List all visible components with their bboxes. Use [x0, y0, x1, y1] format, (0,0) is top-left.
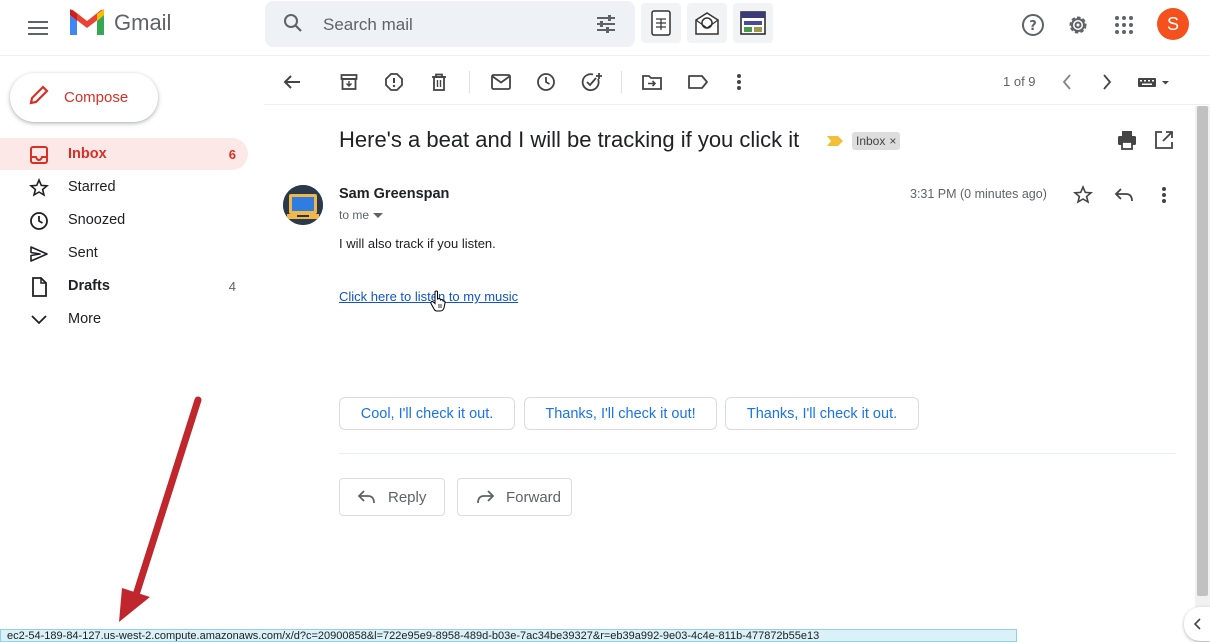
- hand-pointer-cursor-icon: [430, 290, 446, 317]
- music-tracking-link[interactable]: Click here to listen to my music: [339, 289, 518, 304]
- back-arrow-icon[interactable]: [280, 70, 304, 94]
- draft-count: 4: [228, 278, 236, 294]
- pencil-icon: [28, 84, 50, 111]
- settings-gear-icon[interactable]: [1065, 12, 1091, 38]
- top-bar: Gmail Search mail ? S: [0, 0, 1210, 56]
- sidebar-item-drafts[interactable]: Drafts 4: [0, 270, 248, 302]
- unread-count: 6: [228, 146, 236, 162]
- star-message-icon[interactable]: [1071, 183, 1095, 207]
- sidebar-item-label: More: [68, 311, 102, 327]
- sender-name[interactable]: Sam Greenspan: [339, 186, 449, 202]
- inbox-icon: [28, 144, 50, 166]
- forward-icon: [476, 490, 494, 504]
- inbox-label-chip[interactable]: Inbox ×: [852, 132, 901, 150]
- remove-label-close-icon[interactable]: ×: [889, 134, 896, 148]
- newer-chevron-left-icon[interactable]: [1055, 70, 1079, 94]
- add-task-icon[interactable]: [580, 70, 604, 94]
- svg-text:?: ?: [1029, 19, 1037, 34]
- sidebar-item-more[interactable]: More: [0, 303, 248, 335]
- smart-reply-1[interactable]: Cool, I'll check it out.: [339, 397, 515, 430]
- draft-icon: [28, 276, 50, 298]
- sidebar-item-label: Drafts: [68, 278, 110, 294]
- move-to-folder-icon[interactable]: [640, 70, 664, 94]
- mark-unread-icon[interactable]: [489, 70, 513, 94]
- smart-reply-2[interactable]: Thanks, I'll check it out!: [524, 397, 717, 430]
- report-spam-icon[interactable]: [382, 70, 406, 94]
- sidebar-item-sent[interactable]: Sent: [0, 237, 248, 269]
- link-status-url: ec2-54-189-84-127.us-west-2.compute.amaz…: [0, 629, 1017, 642]
- recipient-details[interactable]: to me: [339, 208, 384, 222]
- sidebar-item-label: Starred: [68, 179, 116, 195]
- smart-reply-3[interactable]: Thanks, I'll check it out.: [725, 397, 919, 430]
- message-more-vertical-icon[interactable]: [1152, 183, 1176, 207]
- message-timestamp: 3:31 PM (0 minutes ago): [910, 187, 1047, 201]
- compose-button[interactable]: Compose: [10, 73, 158, 122]
- forward-button[interactable]: Forward: [457, 478, 572, 516]
- toolbar-divider: [469, 71, 470, 93]
- mail-tracker-extension-icon[interactable]: [687, 3, 727, 43]
- search-icon[interactable]: [283, 13, 303, 38]
- search-input[interactable]: Search mail: [323, 15, 413, 35]
- reply-label: Reply: [388, 488, 427, 506]
- pagination-count: 1 of 9: [1003, 74, 1036, 89]
- older-chevron-right-icon[interactable]: [1095, 70, 1119, 94]
- input-tools-keyboard-icon[interactable]: [1136, 70, 1172, 94]
- search-options-icon[interactable]: [595, 14, 617, 39]
- importance-marker-icon[interactable]: [826, 134, 844, 152]
- archive-icon[interactable]: [337, 70, 361, 94]
- snooze-clock-icon[interactable]: [534, 70, 558, 94]
- email-body-text: I will also track if you listen.: [339, 236, 496, 251]
- label-chip-text: Inbox: [856, 134, 886, 148]
- account-avatar[interactable]: S: [1157, 8, 1189, 40]
- sidebar-item-label: Sent: [68, 245, 98, 261]
- send-icon: [28, 243, 50, 265]
- gmail-m-icon: [70, 9, 104, 35]
- search-bar[interactable]: Search mail: [265, 1, 635, 47]
- main-menu-icon[interactable]: [22, 12, 54, 44]
- forward-label: Forward: [506, 488, 562, 506]
- recipient-text: to me: [339, 208, 370, 222]
- sidebar-item-label: Inbox: [68, 146, 107, 162]
- more-vertical-icon[interactable]: [727, 70, 751, 94]
- scrollbar-thumb[interactable]: [1197, 106, 1208, 596]
- sheet-extension-icon[interactable]: [641, 3, 681, 43]
- sidebar-item-inbox[interactable]: Inbox 6: [0, 138, 248, 170]
- apps-grid-icon[interactable]: [1111, 12, 1137, 38]
- window-extension-icon[interactable]: [733, 3, 773, 43]
- delete-trash-icon[interactable]: [427, 70, 451, 94]
- label-tag-icon[interactable]: [686, 70, 710, 94]
- show-side-panel-chevron-icon[interactable]: [1184, 607, 1210, 641]
- help-icon[interactable]: ?: [1020, 12, 1046, 38]
- sidebar-item-label: Snoozed: [68, 212, 126, 228]
- compose-label: Compose: [64, 89, 129, 106]
- sender-avatar[interactable]: [283, 185, 323, 225]
- open-new-window-icon[interactable]: [1154, 130, 1174, 155]
- reply-icon: [358, 490, 376, 504]
- toolbar-divider: [621, 71, 622, 93]
- gmail-logo-text: Gmail: [114, 10, 172, 35]
- toolbar-divider-line: [264, 104, 1210, 105]
- caret-down-icon[interactable]: [373, 208, 384, 222]
- sidebar-item-starred[interactable]: Starred: [0, 171, 248, 203]
- sidebar-item-snoozed[interactable]: Snoozed: [0, 204, 248, 236]
- reply-arrow-icon[interactable]: [1112, 183, 1136, 207]
- print-icon[interactable]: [1117, 130, 1137, 155]
- chevron-down-icon: [28, 309, 50, 331]
- gmail-logo[interactable]: Gmail: [68, 9, 171, 37]
- email-subject: Here's a beat and I will be tracking if …: [339, 127, 800, 152]
- clock-icon: [28, 210, 50, 232]
- reply-divider: [339, 453, 1176, 454]
- reply-button[interactable]: Reply: [339, 478, 445, 516]
- star-icon: [28, 177, 50, 199]
